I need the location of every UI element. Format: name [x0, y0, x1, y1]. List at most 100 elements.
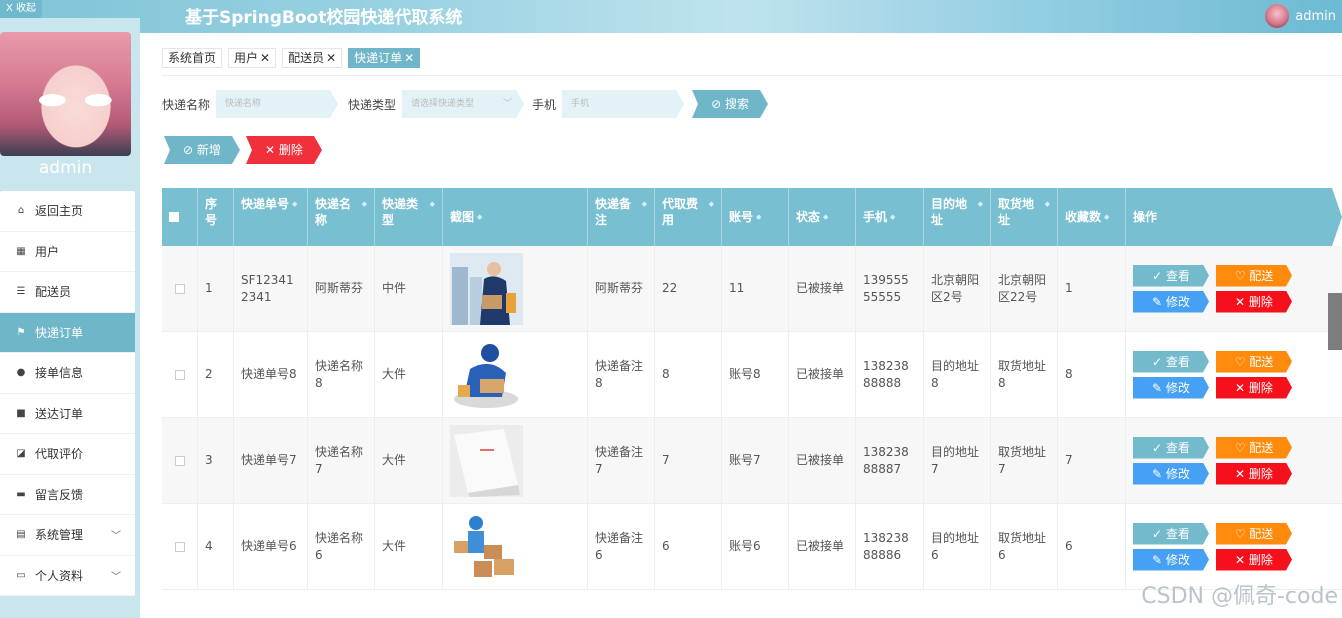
sort-icon: ◆ [1104, 213, 1110, 221]
select-all-checkbox[interactable] [169, 212, 179, 222]
sidebar-item-profile[interactable]: ▭ 个人资料 ﹀ [0, 556, 135, 596]
tag-orders[interactable]: 快递订单 ✕ [348, 48, 421, 68]
cell-status: 已被接单 [789, 504, 856, 589]
edit-button[interactable]: ✎ 修改 [1133, 377, 1209, 399]
delete-button[interactable]: ✕ 删除 [1216, 377, 1292, 399]
deliver-button[interactable]: ♡ 配送 [1216, 351, 1292, 373]
close-icon[interactable]: ✕ [260, 51, 270, 65]
heart-icon: ♡ [1234, 354, 1250, 369]
deliver-button[interactable]: ♡ 配送 [1216, 523, 1292, 545]
delete-button[interactable]: ✕ 删除 [1216, 549, 1292, 571]
sidebar-item-reviews[interactable]: ◪ 代取评价 [0, 434, 135, 475]
cell-type: 大件 [375, 504, 443, 589]
row-checkbox[interactable] [174, 369, 185, 380]
deliver-button[interactable]: ♡ 配送 [1216, 265, 1292, 287]
search-button[interactable]: ⊘ 搜索 [692, 90, 768, 118]
packing-illustration[interactable] [450, 338, 523, 411]
search-bar: 快递名称 快递名称 快递类型 请选择快递类型 ﹀ 手机 手机 ⊘ 搜索 [162, 90, 768, 118]
phone-label: 手机 [532, 97, 557, 112]
type-select[interactable]: 请选择快递类型 ﹀ [402, 90, 524, 118]
col-label: 收藏数 [1065, 210, 1102, 224]
boxes-illustration[interactable] [450, 510, 523, 583]
delete-button[interactable]: ✕ 删除 [1216, 463, 1292, 485]
envelope-photo[interactable] [450, 424, 523, 497]
view-button[interactable]: ✓ 查看 [1133, 265, 1209, 287]
tag-home[interactable]: 系统首页 [162, 48, 223, 68]
sidebar-item-label: 接单信息 [35, 366, 84, 381]
edit-button[interactable]: ✎ 修改 [1133, 291, 1209, 313]
sidebar-item-couriers[interactable]: ☰ 配送员 [0, 272, 135, 313]
action-bar: ⊘ 新增 ✕ 删除 [164, 136, 322, 164]
delete-button[interactable]: ✕ 删除 [1216, 291, 1292, 313]
sidebar-item-orders[interactable]: ⚑ 快递订单 [0, 312, 135, 353]
row-checkbox[interactable] [174, 283, 185, 294]
col-fee[interactable]: 代取费用 ◆ [655, 188, 722, 246]
col-pickup[interactable]: 取货地址 ◆ [991, 188, 1058, 246]
col-number[interactable]: 快递单号 ◆ [234, 188, 308, 246]
cell-name: 快递名称8 [308, 332, 375, 417]
chevron-down-icon: ﹀ [503, 99, 513, 109]
sidebar-item-home[interactable]: ⌂ 返回主页 [0, 191, 135, 232]
col-remark[interactable]: 快递备注 ◆ [588, 188, 655, 246]
row-checkbox[interactable] [174, 541, 185, 552]
view-button[interactable]: ✓ 查看 [1133, 351, 1209, 373]
tag-users[interactable]: 用户 ✕ [228, 48, 277, 68]
col-status[interactable]: 状态 ◆ [789, 188, 856, 246]
add-button[interactable]: ⊘ 新增 [164, 136, 240, 164]
view-button[interactable]: ✓ 查看 [1133, 437, 1209, 459]
row-actions: ✓ 查看 ♡ 配送 ✎ 修改 ✕ 删除 [1133, 523, 1292, 571]
cell-dest: 目的地址6 [924, 504, 991, 589]
sidebar-item-users[interactable]: ▦ 用户 [0, 232, 135, 272]
col-account[interactable]: 账号 ◆ [722, 188, 789, 246]
deliver-button[interactable]: ♡ 配送 [1216, 437, 1292, 459]
deliver-label: 配送 [1249, 268, 1274, 283]
doc-icon: ▤ [16, 529, 26, 541]
name-input[interactable]: 快递名称 [216, 90, 338, 118]
cell-ops: ✓ 查看 ♡ 配送 ✎ 修改 ✕ 删除 [1126, 332, 1310, 417]
courier-photo[interactable] [450, 252, 523, 325]
sidebar: admin ⌂ 返回主页 ▦ 用户 ☰ 配送员 ⚑ 快递订单 ● 接单信息 ■ 送达订单 ◪… [0, 18, 140, 618]
batch-delete-button[interactable]: ✕ 删除 [246, 136, 322, 164]
cell-number: 快递单号8 [234, 332, 308, 417]
delete-label: 删除 [1248, 552, 1273, 567]
close-icon: ✕ [1235, 294, 1249, 309]
box-icon: ■ [16, 407, 26, 419]
user-avatar [1265, 4, 1290, 28]
col-image[interactable]: 截图 ◆ [443, 188, 588, 246]
cell-account: 账号8 [722, 332, 789, 417]
user-menu[interactable]: admin [1265, 4, 1336, 28]
cell-no: 2 [198, 332, 234, 417]
phone-input[interactable]: 手机 [562, 90, 684, 118]
sidebar-item-delivered[interactable]: ■ 送达订单 [0, 394, 135, 434]
sidebar-item-accepted[interactable]: ● 接单信息 [0, 353, 135, 394]
edit-button[interactable]: ✎ 修改 [1133, 549, 1209, 571]
watermark: CSDN @佩奇-code [1141, 584, 1338, 609]
col-phone[interactable]: 手机 ◆ [856, 188, 924, 246]
col-fav[interactable]: 收藏数 ◆ [1058, 188, 1126, 246]
collapse-sidebar-button[interactable]: X 收起 [0, 0, 43, 18]
close-icon[interactable]: ✕ [326, 51, 336, 65]
cell-remark: 阿斯蒂芬 [588, 246, 655, 331]
cell-fee: 6 [655, 504, 722, 589]
view-label: 查看 [1165, 526, 1190, 541]
select-all-cell [162, 188, 198, 246]
sidebar-item-feedback[interactable]: ▬ 留言反馈 [0, 475, 135, 515]
col-label: 快递类型 [382, 197, 419, 227]
col-name[interactable]: 快递名称 ◆ [308, 188, 375, 246]
col-dest[interactable]: 目的地址 ◆ [924, 188, 991, 246]
col-no[interactable]: 序号 [198, 188, 234, 246]
close-icon[interactable]: ✕ [404, 51, 414, 65]
col-type[interactable]: 快递类型 ◆ [375, 188, 443, 246]
sidebar-item-label: 留言反馈 [35, 487, 84, 502]
heart-icon: ♡ [1234, 526, 1250, 541]
tag-couriers[interactable]: 配送员 ✕ [282, 48, 343, 68]
delete-label: 删除 [1248, 294, 1273, 309]
cell-type: 大件 [375, 332, 443, 417]
scrollbar-thumb[interactable] [1328, 293, 1342, 350]
cell-number: 快递单号7 [234, 418, 308, 503]
row-checkbox[interactable] [174, 455, 185, 466]
sort-icon: ◆ [823, 213, 829, 221]
view-button[interactable]: ✓ 查看 [1133, 523, 1209, 545]
edit-button[interactable]: ✎ 修改 [1133, 463, 1209, 485]
sidebar-item-system[interactable]: ▤ 系统管理 ﹀ [0, 515, 135, 556]
